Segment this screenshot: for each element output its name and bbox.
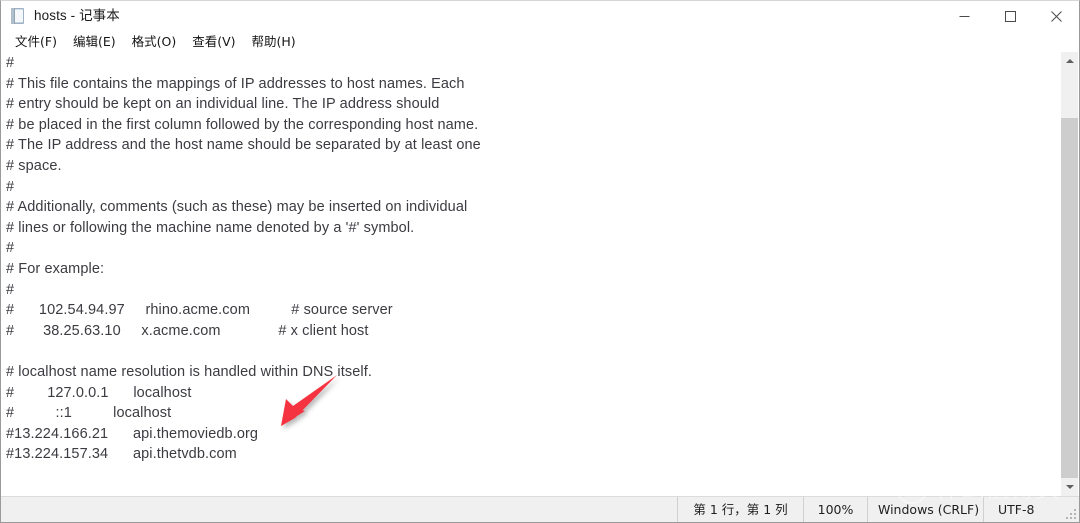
resize-grip-icon[interactable] (1061, 497, 1079, 522)
text-line: # lines or following the machine name de… (6, 219, 415, 236)
minimize-icon (959, 15, 969, 17)
text-line: # localhost name resolution is handled w… (6, 363, 372, 380)
minimize-button[interactable] (941, 1, 987, 31)
text-content: # # This file contains the mappings of I… (1, 52, 1060, 465)
text-line: # (6, 240, 15, 257)
close-button[interactable] (1033, 1, 1079, 31)
maximize-button[interactable] (987, 1, 1033, 31)
vertical-scrollbar[interactable] (1060, 52, 1078, 496)
scroll-down-icon[interactable] (1061, 478, 1078, 496)
scroll-up-icon[interactable] (1061, 52, 1078, 70)
status-line-ending[interactable]: Windows (CRLF) (867, 497, 983, 522)
notepad-window: hosts - 记事本 文件(F) 编辑(E) 格式(O) 查看(V) 帮助(H… (0, 0, 1080, 523)
text-line: # Additionally, comments (such as these)… (6, 199, 468, 216)
window-title: hosts - 记事本 (34, 8, 120, 23)
text-line: # (6, 281, 15, 298)
text-line: # space. (6, 157, 62, 174)
text-line: # be placed in the first column followed… (6, 116, 479, 133)
text-line: # 127.0.0.1 localhost (6, 384, 192, 401)
text-line: #13.224.166.21 api.themoviedb.org (6, 425, 259, 442)
status-bar: 第 1 行，第 1 列 100% Windows (CRLF) UTF-8 (1, 496, 1079, 522)
text-line: #13.224.157.34 api.thetvdb.com (6, 446, 237, 463)
status-encoding[interactable]: UTF-8 (983, 497, 1061, 522)
menu-item-format[interactable]: 格式(O) (124, 31, 185, 52)
text-line: # (6, 55, 15, 71)
title-bar[interactable]: hosts - 记事本 (1, 1, 1079, 31)
menu-item-view[interactable]: 查看(V) (184, 31, 243, 52)
menu-item-help[interactable]: 帮助(H) (244, 31, 304, 52)
notepad-icon (10, 8, 26, 24)
status-cursor-position: 第 1 行，第 1 列 (677, 497, 803, 522)
scrollbar-thumb[interactable] (1061, 118, 1078, 478)
text-line (6, 341, 1060, 362)
title-bar-left: hosts - 记事本 (1, 1, 941, 31)
text-line: # (6, 178, 15, 195)
window-controls (941, 1, 1079, 31)
text-line: # 38.25.63.10 x.acme.com # x client host (6, 322, 369, 339)
text-editor-area[interactable]: # # This file contains the mappings of I… (1, 52, 1060, 496)
menu-item-file[interactable]: 文件(F) (7, 31, 65, 52)
menu-item-edit[interactable]: 编辑(E) (65, 31, 124, 52)
text-line: # entry should be kept on an individual … (6, 96, 440, 113)
status-zoom-level[interactable]: 100% (803, 497, 867, 522)
menu-bar: 文件(F) 编辑(E) 格式(O) 查看(V) 帮助(H) (1, 31, 1079, 52)
text-line: # ::1 localhost (6, 405, 172, 422)
close-icon (1050, 10, 1062, 22)
text-line: # The IP address and the host name shoul… (6, 137, 481, 154)
maximize-icon (1004, 10, 1016, 22)
text-line: # This file contains the mappings of IP … (6, 75, 465, 92)
text-line: # 102.54.94.97 rhino.acme.com # source s… (6, 302, 393, 319)
text-line: # For example: (6, 260, 105, 277)
